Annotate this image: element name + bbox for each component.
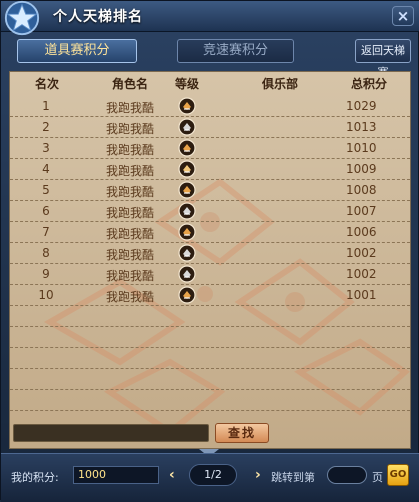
table-row[interactable]: 1 我跑我酷 1029 <box>10 96 410 117</box>
rank-cell: 9 <box>42 267 50 281</box>
footer-bar: 我的积分: 1000 ‹ 1/2 › 跳转到第 页 GO <box>1 453 419 502</box>
score-cell: 1006 <box>346 225 377 239</box>
rank-badge-icon <box>178 97 196 115</box>
table-row[interactable]: 6 我跑我酷 1007 <box>10 201 410 222</box>
rank-badge-icon <box>178 265 196 283</box>
tab-label: 道具赛积分 <box>44 43 110 58</box>
name-cell: 我跑我酷 <box>105 185 154 199</box>
table-row[interactable]: 5 我跑我酷 1008 <box>10 180 410 201</box>
my-score-value: 1000 <box>73 466 159 484</box>
search-button[interactable]: 查找 <box>215 423 269 443</box>
go-button[interactable]: GO <box>387 464 409 486</box>
tab-item-race-score[interactable]: 道具赛积分 <box>17 39 137 63</box>
name-cell: 我跑我酷 <box>105 248 154 262</box>
tab-speed-race-score[interactable]: 竞速赛积分 <box>177 39 294 63</box>
page-indicator: 1/2 <box>189 464 237 486</box>
name-cell: 我跑我酷 <box>105 290 154 304</box>
score-cell: 1002 <box>346 267 377 281</box>
rank-badge-icon <box>178 202 196 220</box>
name-cell: 我跑我酷 <box>105 206 154 220</box>
ranking-table: 名次 角色名 等级 俱乐部 总积分 1 我跑我酷 1029 2 我跑我酷 101… <box>9 71 411 449</box>
empty-row <box>10 369 410 390</box>
score-cell: 1010 <box>346 141 377 155</box>
rank-cell: 2 <box>42 120 50 134</box>
table-row[interactable]: 7 我跑我酷 1006 <box>10 222 410 243</box>
tab-label: 竞速赛积分 <box>202 43 268 58</box>
header-club: 俱乐部 <box>261 77 298 91</box>
close-icon: × <box>396 7 410 25</box>
rank-badge-icon <box>178 286 196 304</box>
ladder-ranking-window: 个人天梯排名 × 道具赛积分 竞速赛积分 返回天梯赛 <box>0 0 419 502</box>
star-emblem-icon <box>4 0 40 36</box>
rank-badge-icon <box>178 139 196 157</box>
close-button[interactable]: × <box>392 6 414 26</box>
rank-badge-icon <box>178 181 196 199</box>
rank-cell: 10 <box>38 288 54 302</box>
score-cell: 1013 <box>346 120 377 134</box>
table-row[interactable]: 8 我跑我酷 1002 <box>10 243 410 264</box>
rank-cell: 5 <box>42 183 50 197</box>
title-bar: 个人天梯排名 × <box>1 0 419 36</box>
table-row[interactable]: 3 我跑我酷 1010 <box>10 138 410 159</box>
rank-badge-icon <box>178 118 196 136</box>
rank-cell: 4 <box>42 162 50 176</box>
name-cell: 我跑我酷 <box>105 122 154 136</box>
next-page-icon[interactable]: › <box>255 467 261 483</box>
name-cell: 我跑我酷 <box>105 269 154 283</box>
header-name: 角色名 <box>111 77 148 91</box>
my-score-label: 我的积分: <box>11 471 59 484</box>
name-cell: 我跑我酷 <box>105 164 154 178</box>
rank-cell: 6 <box>42 204 50 218</box>
header-score: 总积分 <box>350 77 387 91</box>
search-input[interactable] <box>13 424 209 442</box>
empty-row <box>10 348 410 369</box>
jump-to-page-label: 跳转到第 <box>271 471 315 484</box>
back-to-ladder-button[interactable]: 返回天梯赛 <box>355 39 411 79</box>
rank-cell: 3 <box>42 141 50 155</box>
name-cell: 我跑我酷 <box>105 101 154 115</box>
name-cell: 我跑我酷 <box>105 143 154 157</box>
page-unit-label: 页 <box>372 471 383 484</box>
table-row[interactable]: 2 我跑我酷 1013 <box>10 117 410 138</box>
score-cell: 1007 <box>346 204 377 218</box>
score-cell: 1008 <box>346 183 377 197</box>
header-level: 等级 <box>174 77 199 91</box>
table-header: 名次 角色名 等级 俱乐部 总积分 <box>10 72 410 94</box>
score-cell: 1002 <box>346 246 377 260</box>
rank-cell: 7 <box>42 225 50 239</box>
empty-row <box>10 390 410 411</box>
header-rank: 名次 <box>34 77 59 91</box>
rank-cell: 1 <box>42 99 50 113</box>
table-row[interactable]: 9 我跑我酷 1002 <box>10 264 410 285</box>
score-cell: 1001 <box>346 288 377 302</box>
score-cell: 1029 <box>346 99 377 113</box>
window-title: 个人天梯排名 <box>53 9 143 25</box>
jump-page-input[interactable] <box>327 466 367 484</box>
name-cell: 我跑我酷 <box>105 227 154 241</box>
prev-page-icon[interactable]: ‹ <box>169 467 175 483</box>
rank-badge-icon <box>178 244 196 262</box>
rank-badge-icon <box>178 160 196 178</box>
score-cell: 1009 <box>346 162 377 176</box>
empty-row <box>10 306 410 327</box>
rank-cell: 8 <box>42 246 50 260</box>
table-row[interactable]: 10 我跑我酷 1001 <box>10 285 410 306</box>
rank-badge-icon <box>178 223 196 241</box>
empty-row <box>10 327 410 348</box>
table-row[interactable]: 4 我跑我酷 1009 <box>10 159 410 180</box>
